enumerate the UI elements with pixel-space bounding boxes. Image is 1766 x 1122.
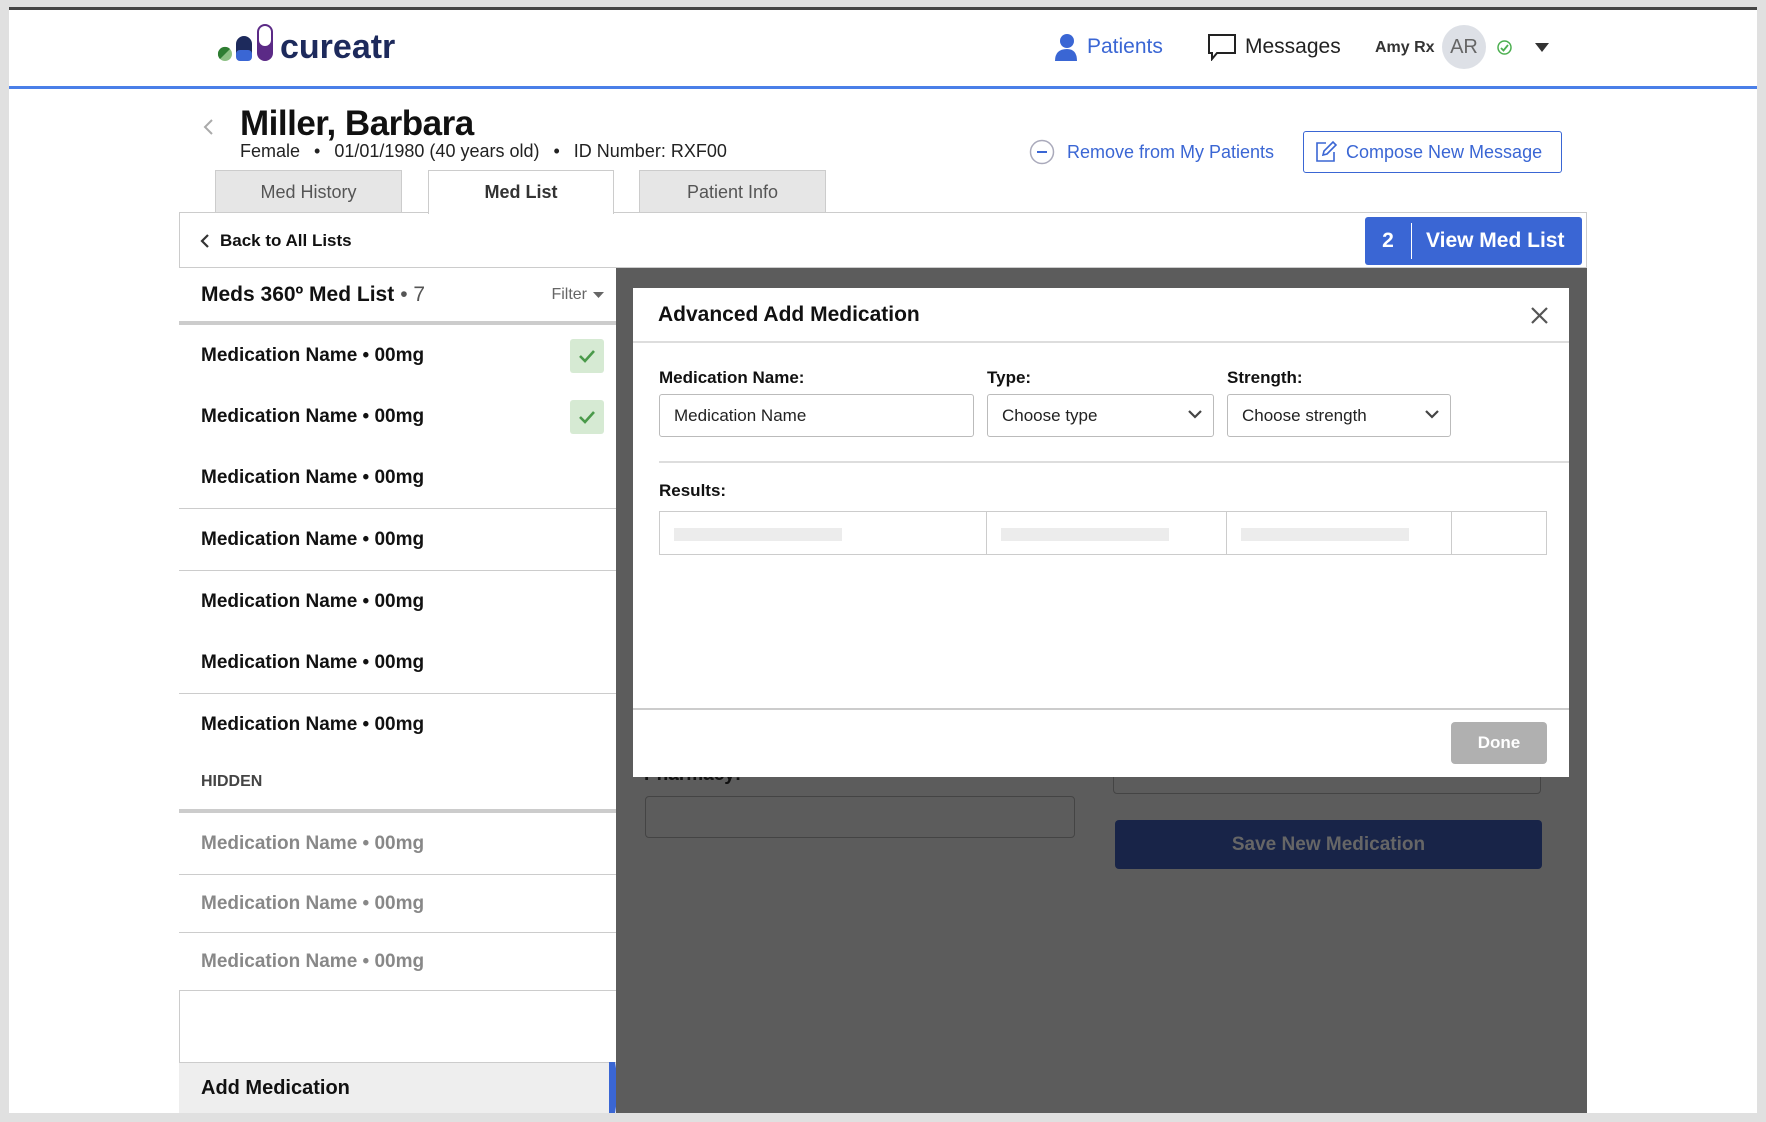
hidden-med-list-item[interactable]: Medication Name • 00mg [179,813,616,875]
caret-down-icon [593,291,604,298]
nav-patients[interactable]: Patients [1053,33,1163,61]
med-list-title: Meds 360º Med List [201,282,395,306]
online-status-icon [1497,40,1512,55]
view-med-list-button[interactable]: 2 View Med List [1365,217,1582,265]
nav-label: Patients [1087,35,1163,58]
hidden-med-list-item[interactable]: Medication Name • 00mg [179,933,616,991]
compose-icon [1316,140,1338,162]
med-list-item[interactable]: Medication Name • 00mg [179,447,616,509]
done-button[interactable]: Done [1451,722,1547,764]
tab-med-list[interactable]: Med List [428,170,614,214]
medication-name-label: Medication Name: [659,368,805,387]
hidden-section-header: HIDDEN [179,755,616,813]
reviewed-checkbox[interactable] [570,399,604,434]
results-cell [659,511,987,555]
chevron-left-icon [200,234,209,248]
back-to-all-lists-link[interactable]: Back to All Lists [200,231,352,251]
tab-med-history[interactable]: Med History [215,170,402,213]
strength-value: Choose strength [1242,405,1367,425]
remove-label: Remove from My Patients [1067,141,1275,162]
patient-dob: 01/01/1980 (40 years old) [334,141,540,161]
strength-label: Strength: [1227,368,1303,387]
med-item-label: Medication Name • 00mg [201,405,425,427]
med-list-item[interactable]: Medication Name • 00mg [179,325,616,387]
brand-name: cureatr [280,28,396,66]
results-cell [1226,511,1452,555]
pill-logo-icon [217,24,273,61]
nav-messages[interactable]: Messages [1207,33,1341,61]
filter-dropdown[interactable]: Filter [551,286,604,304]
results-label: Results: [659,481,727,500]
med-item-label: Medication Name • 00mg [201,344,425,366]
user-menu-caret-icon[interactable] [1535,43,1549,52]
med-item-label: Medication Name • 00mg [201,590,425,612]
type-value: Choose type [1002,405,1098,425]
avatar[interactable]: AR [1442,25,1486,69]
med-item-label: Medication Name • 00mg [201,713,425,735]
med-list-item[interactable]: Medication Name • 00mg [179,694,616,756]
close-icon[interactable] [1531,307,1548,324]
checkmark-icon [579,349,595,363]
compose-label: Compose New Message [1346,141,1543,162]
hidden-med-list-item[interactable]: Medication Name • 00mg [179,875,616,933]
med-item-label: Medication Name • 00mg [201,528,425,550]
remove-from-my-patients-button[interactable]: Remove from My Patients [1029,139,1274,165]
view-med-list-label: View Med List [1426,229,1565,252]
type-label: Type: [987,368,1032,387]
med-list-count: • 7 [400,282,426,306]
med-list-item[interactable]: Medication Name • 00mg [179,509,616,571]
logo[interactable]: cureatr [217,22,395,64]
back-label: Back to All Lists [220,231,352,250]
back-chevron-icon[interactable] [202,118,214,136]
strength-select[interactable]: Choose strength [1227,394,1451,437]
add-medication-button[interactable]: Add Medication [179,1062,616,1113]
med-item-label: Medication Name • 00mg [201,651,425,673]
chat-bubble-icon [1208,34,1236,61]
med-item-label: Medication Name • 00mg [201,950,425,972]
nav-label: Messages [1245,35,1341,58]
reviewed-checkbox[interactable] [570,338,604,373]
checkmark-icon [579,410,595,424]
results-cell [986,511,1227,555]
chevron-down-icon [1425,410,1439,419]
med-item-label: Medication Name • 00mg [201,832,425,854]
med-item-label: Medication Name • 00mg [201,892,425,914]
person-icon [1055,34,1077,61]
med-count-badge: 2 [1365,223,1412,259]
save-new-medication-button: Save New Medication [1115,820,1542,869]
tab-patient-info[interactable]: Patient Info [639,170,826,213]
modal-title: Advanced Add Medication [658,303,920,326]
patient-gender: Female [240,141,301,161]
compose-new-message-button[interactable]: Compose New Message [1303,131,1562,173]
filter-label: Filter [551,285,587,303]
chevron-down-icon [1188,410,1202,419]
minus-circle-icon [1029,139,1055,165]
med-list-item[interactable]: Medication Name • 00mg [179,632,616,694]
results-cell [1451,511,1547,555]
patient-name: Miller, Barbara [240,104,474,143]
med-list-header: Meds 360º Med List • 7 Filter [179,268,616,325]
patient-id: ID Number: RXF00 [573,141,727,161]
med-list-item[interactable]: Medication Name • 00mg [179,571,616,633]
med-list-item[interactable]: Medication Name • 00mg [179,386,616,448]
medication-name-input[interactable]: Medication Name [659,394,974,437]
divider [659,461,1569,463]
add-medication-label: Add Medication [201,1076,350,1099]
divider [633,341,1569,343]
type-select[interactable]: Choose type [987,394,1214,437]
patient-details: Female • 01/01/1980 (40 years old) • ID Nu… [240,141,727,161]
pharmacy-input [645,796,1075,838]
med-item-label: Medication Name • 00mg [201,466,425,488]
divider [633,708,1569,710]
user-name: Amy Rx [1375,39,1435,56]
